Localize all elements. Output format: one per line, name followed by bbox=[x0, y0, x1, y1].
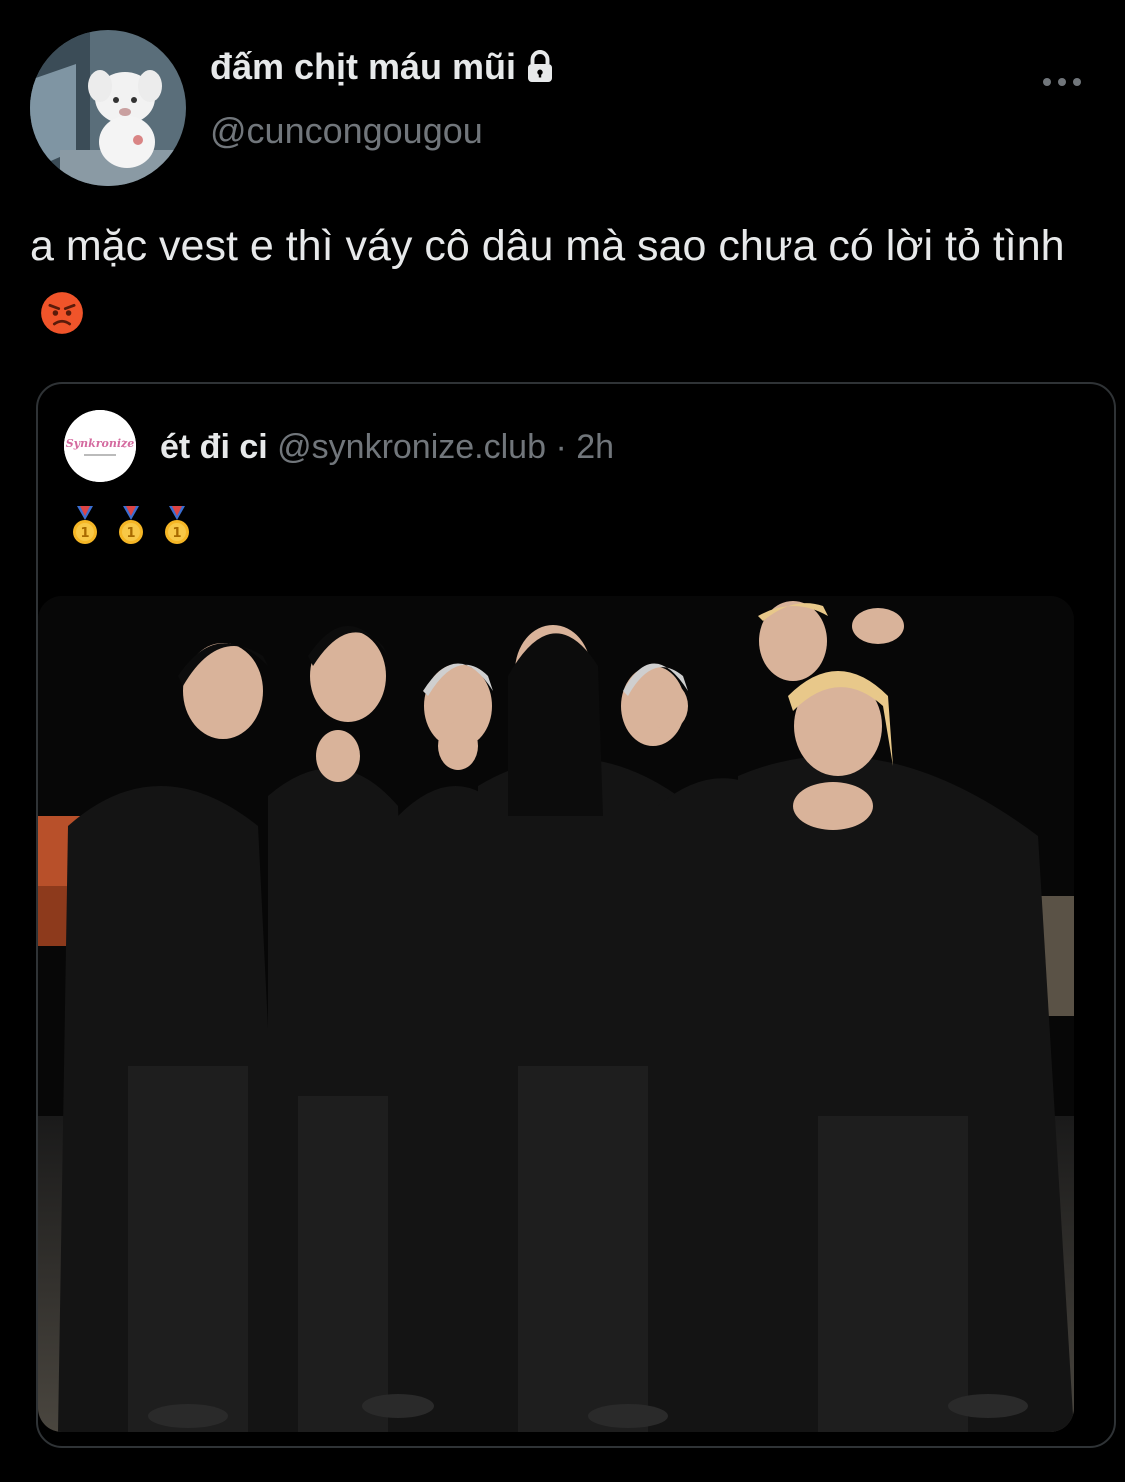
display-name[interactable]: đấm chịt máu mũi bbox=[210, 46, 558, 88]
tweet-text-body: a mặc vest e thì váy cô dâu mà sao chưa … bbox=[30, 222, 1065, 270]
svg-text:1: 1 bbox=[172, 526, 181, 541]
svg-text:Synkronize: Synkronize bbox=[66, 437, 135, 450]
display-name-text: đấm chịt máu mũi bbox=[210, 46, 517, 87]
first-place-medal-icon: 1 bbox=[119, 506, 143, 544]
svg-text:1: 1 bbox=[80, 526, 89, 541]
more-options-button[interactable] bbox=[1038, 64, 1086, 100]
user-avatar[interactable] bbox=[30, 30, 186, 186]
quoted-user-handle[interactable]: @synkronize.club bbox=[277, 428, 546, 466]
separator-dot: · bbox=[555, 428, 567, 466]
group-photo-image bbox=[38, 596, 1074, 1432]
quoted-tweet-card[interactable]: Synkronize ét đi ci @synkronize.club · 2… bbox=[36, 382, 1116, 1448]
quoted-timestamp[interactable]: 2h bbox=[576, 428, 614, 466]
svg-text:1: 1 bbox=[126, 526, 135, 541]
quoted-tweet-header: ét đi ci @synkronize.club · 2h bbox=[160, 428, 614, 467]
quoted-tweet-text: 1 1 1 bbox=[68, 506, 194, 546]
first-place-medal-icon: 1 bbox=[165, 506, 189, 544]
quoted-user-avatar[interactable]: Synkronize bbox=[64, 410, 136, 482]
tweet-text: a mặc vest e thì váy cô dâu mà sao chưa … bbox=[30, 213, 1110, 347]
angry-face-emoji bbox=[41, 292, 83, 334]
first-place-medal-icon: 1 bbox=[73, 506, 97, 544]
lock-icon bbox=[528, 50, 553, 82]
synkronize-logo: Synkronize bbox=[64, 410, 136, 482]
more-horizontal-icon bbox=[1043, 78, 1081, 86]
quoted-media-photo[interactable] bbox=[38, 596, 1074, 1432]
user-handle[interactable]: @cuncongougou bbox=[210, 110, 483, 152]
tweet: đấm chịt máu mũi @cuncongougou a mặc ves… bbox=[0, 0, 1125, 1482]
avatar-image bbox=[30, 30, 186, 186]
quoted-display-name[interactable]: ét đi ci bbox=[160, 428, 268, 466]
